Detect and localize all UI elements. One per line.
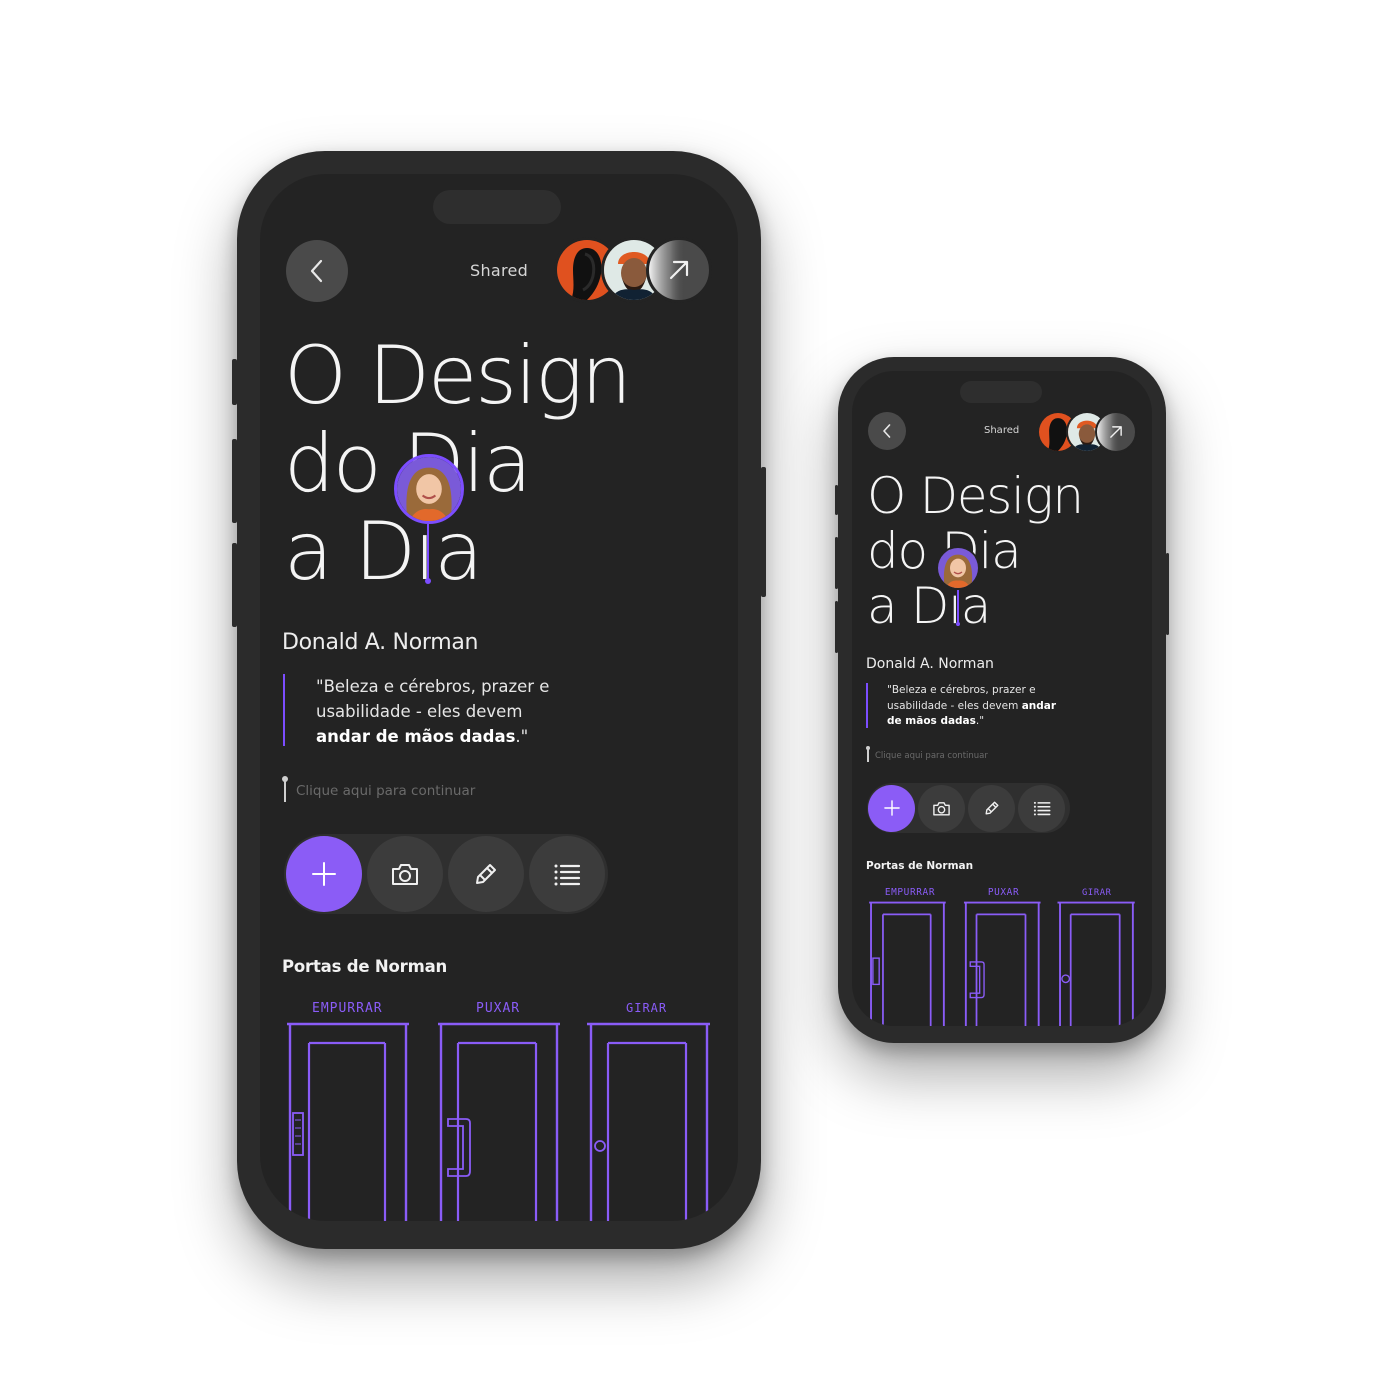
phone-side-button [1166, 553, 1169, 635]
author-name: Donald A. Norman [282, 630, 479, 655]
door-label: PUXAR [988, 887, 1019, 898]
text-cursor [284, 780, 286, 802]
title-line: O Design [284, 329, 632, 422]
quote-bold: andar de mãos dadas [316, 727, 516, 746]
door-pull: PUXAR [963, 887, 1041, 1026]
phone-side-button [232, 439, 237, 523]
action-toolbar [284, 834, 608, 914]
title-line: a Dia [867, 577, 991, 635]
add-button[interactable] [868, 784, 915, 832]
chevron-left-icon [883, 424, 891, 438]
mockup-stage: Shared O Design do Dia a Dia Donald A. N… [0, 0, 1400, 1400]
chevron-left-icon [310, 259, 323, 283]
pen-icon [985, 801, 998, 815]
camera-button[interactable] [367, 836, 443, 912]
collaborator-avatar[interactable] [936, 546, 980, 590]
quote-regular: "Beleza e cérebros, prazer e usabilidade… [887, 684, 1036, 712]
dynamic-island [960, 381, 1042, 403]
action-toolbar [867, 783, 1070, 833]
phone-side-button [232, 543, 237, 627]
door-label: EMPURRAR [885, 887, 935, 898]
door-push: EMPURRAR [287, 1001, 409, 1221]
door-label: EMPURRAR [312, 1001, 383, 1016]
collaborator-cursor-dot [956, 622, 960, 626]
phone-side-button [835, 537, 838, 589]
add-button[interactable] [286, 836, 362, 912]
list-button[interactable] [529, 836, 605, 912]
share-button[interactable] [646, 237, 712, 303]
app-screen: Shared O Design do Dia a Dia Donald A. N… [260, 174, 738, 1221]
title-line: O Design [867, 467, 1084, 525]
app-screen: Shared O Design do Dia a Dia Donald A. N… [852, 371, 1152, 1026]
plus-icon [312, 862, 336, 886]
text-cursor [867, 748, 869, 762]
phone-small: Shared O Design do Dia a Dia Donald A. N… [835, 357, 1169, 1043]
title-line: a Dia [284, 505, 483, 598]
camera-icon [933, 801, 950, 816]
camera-icon [392, 864, 418, 885]
author-name: Donald A. Norman [866, 656, 994, 672]
quote-end: ." [975, 715, 985, 727]
quote-bar [283, 674, 285, 746]
phone-side-button [232, 359, 237, 405]
collaborator-cursor-line [957, 590, 959, 626]
door-push: EMPURRAR [869, 887, 946, 1026]
door-turn: GIRAR [1057, 888, 1135, 1026]
arrow-up-right-icon [1110, 426, 1122, 438]
back-button[interactable] [286, 240, 348, 302]
list-icon [1033, 801, 1050, 816]
collaborator-avatar[interactable] [394, 454, 464, 524]
collaborator-cursor-dot [425, 578, 431, 584]
continue-input[interactable]: Clique aqui para continuar [875, 751, 988, 761]
norman-doors-sketch: EMPURRAR PUXAR GIRAR [287, 1001, 710, 1221]
pen-button[interactable] [448, 836, 524, 912]
pen-button[interactable] [968, 784, 1015, 832]
door-pull: PUXAR [438, 1001, 560, 1221]
norman-doors-sketch: EMPURRAR PUXAR GIRAR [869, 887, 1135, 1026]
share-button[interactable] [1095, 411, 1137, 453]
quote-end: ." [515, 727, 529, 746]
collaborator-cursor-line [427, 524, 429, 582]
avatar-photo [397, 457, 461, 521]
phone-side-button [835, 485, 838, 515]
quote-text: "Beleza e cérebros, prazer e usabilidade… [887, 683, 1057, 730]
phone-large: Shared O Design do Dia a Dia Donald A. N… [232, 151, 766, 1249]
door-label: GIRAR [626, 1001, 667, 1015]
page-title: O Design do Dia a Dia [867, 467, 1084, 635]
camera-button[interactable] [918, 784, 965, 832]
dynamic-island [433, 190, 561, 224]
section-title: Portas de Norman [282, 957, 448, 976]
quote-bar [866, 683, 868, 728]
pen-icon [476, 864, 496, 884]
shared-label: Shared [984, 425, 1020, 436]
phone-side-button [761, 467, 766, 597]
list-button[interactable] [1018, 784, 1065, 832]
door-label: PUXAR [476, 1001, 520, 1016]
back-button[interactable] [868, 412, 906, 450]
door-label: GIRAR [1082, 888, 1112, 898]
arrow-up-right-icon [669, 260, 689, 280]
avatar-photo [938, 548, 978, 588]
shared-label: Shared [470, 261, 529, 280]
section-title: Portas de Norman [866, 860, 974, 872]
continue-input[interactable]: Clique aqui para continuar [296, 783, 475, 799]
quote-regular: "Beleza e cérebros, prazer e usabilidade… [316, 677, 550, 721]
page-title: O Design do Dia a Dia [284, 329, 632, 598]
phone-side-button [835, 601, 838, 653]
quote-text: "Beleza e cérebros, prazer e usabilidade… [316, 674, 576, 749]
door-turn: GIRAR [587, 1001, 710, 1221]
plus-icon [883, 800, 900, 816]
list-icon [554, 864, 581, 886]
